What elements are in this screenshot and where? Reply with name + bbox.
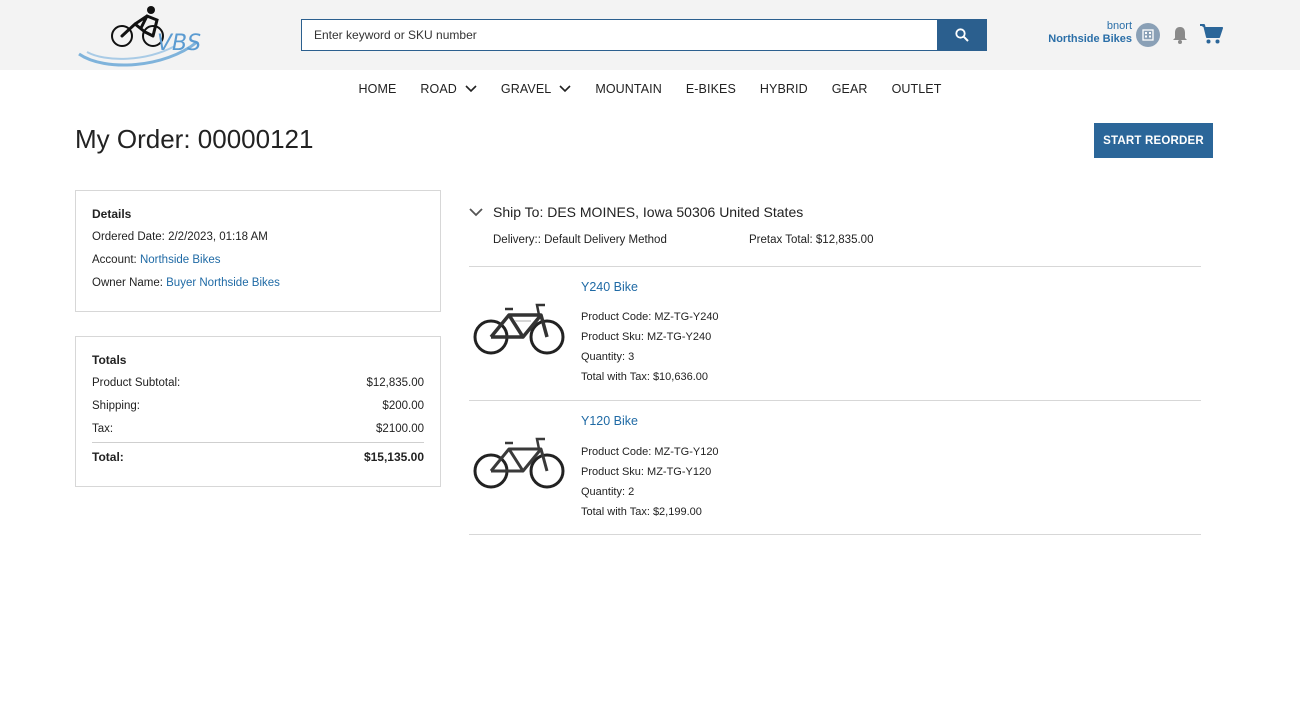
order-items: Y240 Bike Product Code: MZ-TG-Y240 Produ… xyxy=(469,266,1201,535)
list-item: Y240 Bike Product Code: MZ-TG-Y240 Produ… xyxy=(469,267,1201,401)
tax-row: Tax: $2100.00 xyxy=(92,422,424,436)
company-name: Northside Bikes xyxy=(1048,33,1132,45)
shipment-toggle[interactable]: Ship To: DES MOINES, Iowa 50306 United S… xyxy=(469,204,1201,220)
nav-item-hybrid[interactable]: HYBRID xyxy=(748,80,820,98)
chevron-down-icon xyxy=(465,85,477,93)
account-switcher-icon[interactable] xyxy=(1136,23,1160,47)
main-nav: HOME ROAD GRAVEL MOUNTAIN E-BIKES HYBRID GEAR O… xyxy=(0,80,1300,98)
nav-item-label: HOME xyxy=(358,82,397,96)
search-icon xyxy=(954,28,969,42)
product-total: Total with Tax: $2,199.00 xyxy=(581,506,702,518)
product-sku: Product Sku: MZ-TG-Y240 xyxy=(581,331,712,343)
top-header: VBS bnort Northside Bikes xyxy=(0,0,1300,70)
nav-item-gravel[interactable]: GRAVEL xyxy=(489,80,583,98)
chevron-down-icon xyxy=(469,207,483,216)
total-row: Total: $15,135.00 xyxy=(92,442,424,464)
chevron-down-icon xyxy=(559,85,571,93)
bike-image[interactable] xyxy=(471,295,567,359)
nav-item-label: GRAVEL xyxy=(500,82,552,96)
product-quantity: Quantity: 3 xyxy=(581,351,635,363)
shipping-value: $200.00 xyxy=(382,400,424,412)
search-bar xyxy=(301,19,987,51)
total-value: $15,135.00 xyxy=(363,450,424,464)
details-card: Details Ordered Date: 2/2/2023, 01:18 AM… xyxy=(75,190,441,312)
product-name-link[interactable]: Y240 Bike xyxy=(581,280,638,294)
nav-item-label: ROAD xyxy=(420,82,457,96)
nav-item-label: E-BIKES xyxy=(685,82,736,96)
account-label: Account: xyxy=(92,254,137,266)
search-button[interactable] xyxy=(937,20,986,50)
cart-icon[interactable] xyxy=(1199,23,1223,45)
shipping-row: Shipping: $200.00 xyxy=(92,399,424,413)
search-input[interactable] xyxy=(302,20,937,50)
nav-item-road[interactable]: ROAD xyxy=(408,80,489,98)
list-item: Y120 Bike Product Code: MZ-TG-Y120 Produ… xyxy=(469,401,1201,535)
page-title: My Order: 00000121 xyxy=(75,124,314,154)
nav-item-label: OUTLET xyxy=(891,82,942,96)
ship-to-address: Ship To: DES MOINES, Iowa 50306 United S… xyxy=(493,204,804,220)
tax-value: $2100.00 xyxy=(376,423,424,435)
tax-label: Tax: xyxy=(92,423,114,435)
user-menu[interactable]: bnort Northside Bikes xyxy=(1048,20,1132,46)
nav-item-e-bikes[interactable]: E-BIKES xyxy=(674,80,748,98)
product-code: Product Code: MZ-TG-Y240 xyxy=(581,311,719,323)
product-quantity: Quantity: 2 xyxy=(581,486,635,498)
owner-link[interactable]: Buyer Northside Bikes xyxy=(166,277,280,289)
nav-item-mountain[interactable]: MOUNTAIN xyxy=(583,80,674,98)
owner-row: Owner Name: Buyer Northside Bikes xyxy=(92,277,424,290)
shipping-label: Shipping: xyxy=(92,400,140,412)
shipment-group: Ship To: DES MOINES, Iowa 50306 United S… xyxy=(469,204,1201,254)
totals-card: Totals Product Subtotal: $12,835.00 Ship… xyxy=(75,336,441,487)
subtotal-row: Product Subtotal: $12,835.00 xyxy=(92,376,424,390)
nav-item-label: HYBRID xyxy=(759,82,808,96)
start-reorder-button[interactable]: START REORDER xyxy=(1094,123,1213,158)
account-row: Account: Northside Bikes xyxy=(92,254,424,267)
details-heading: Details xyxy=(92,207,132,221)
product-sku: Product Sku: MZ-TG-Y120 xyxy=(581,466,712,478)
totals-heading: Totals xyxy=(92,353,127,367)
total-label: Total: xyxy=(92,450,124,464)
ordered-date: Ordered Date: 2/2/2023, 01:18 AM xyxy=(92,231,424,244)
delivery-method: Delivery:: Default Delivery Method xyxy=(493,234,667,246)
account-link[interactable]: Northside Bikes xyxy=(140,254,221,266)
product-code: Product Code: MZ-TG-Y120 xyxy=(581,446,719,458)
nav-item-gear[interactable]: GEAR xyxy=(820,80,880,98)
ordered-date-value: 2/2/2023, 01:18 AM xyxy=(168,231,268,243)
subtotal-label: Product Subtotal: xyxy=(92,377,181,389)
nav-item-home[interactable]: HOME xyxy=(347,80,409,98)
subtotal-value: $12,835.00 xyxy=(366,377,424,389)
ordered-date-label: Ordered Date: xyxy=(92,231,165,243)
nav-item-outlet[interactable]: OUTLET xyxy=(880,80,954,98)
user-name: bnort xyxy=(1106,20,1132,32)
shipment-meta: Delivery:: Default Delivery Method Preta… xyxy=(469,234,1201,254)
nav-item-label: MOUNTAIN xyxy=(595,82,662,96)
vbs-logo[interactable]: VBS xyxy=(75,2,205,68)
building-icon xyxy=(1142,29,1154,41)
svg-text:VBS: VBS xyxy=(157,31,201,56)
pretax-total: Pretax Total: $12,835.00 xyxy=(749,234,874,246)
product-total: Total with Tax: $10,636.00 xyxy=(581,371,708,383)
nav-item-label: GEAR xyxy=(831,82,868,96)
bike-image[interactable] xyxy=(471,429,567,493)
bell-icon[interactable] xyxy=(1171,25,1189,45)
product-name-link[interactable]: Y120 Bike xyxy=(581,414,638,428)
owner-label: Owner Name: xyxy=(92,277,163,289)
